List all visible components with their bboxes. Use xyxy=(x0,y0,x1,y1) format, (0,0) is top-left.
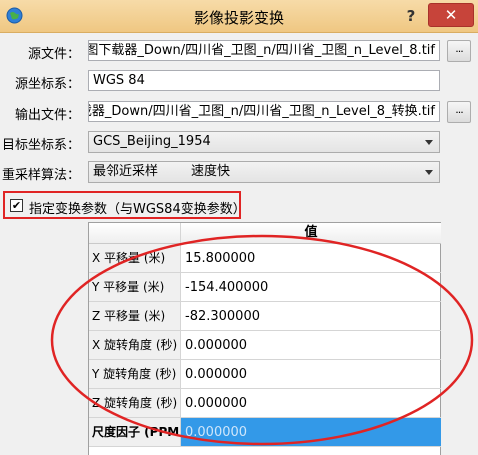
grid-row-name: 尺度因子 (PPM) xyxy=(89,418,181,447)
grid-row-x-rotation[interactable]: X 旋转角度 (秒) 0.000000 xyxy=(89,331,441,360)
resample-select[interactable]: 最邻近采样 速度快 xyxy=(88,161,440,183)
output-file-label: 输出文件： xyxy=(14,108,80,123)
target-crs-label: 目标坐标系： xyxy=(1,138,80,153)
grid-row-x-shift[interactable]: X 平移量 (米) 15.800000 xyxy=(89,244,441,273)
title-bar: 影像投影变换 ? ✕ xyxy=(0,0,478,33)
resample-value: 最邻近采样 速度快 xyxy=(93,164,231,179)
output-file-field[interactable]: EMAP地图下载器_Down/四川省_卫图_n/四川省_卫图_n_Level_8… xyxy=(88,101,440,122)
grid-row-z-rotation[interactable]: Z 旋转角度 (秒) 0.000000 xyxy=(89,389,441,418)
chevron-down-icon xyxy=(425,140,433,145)
source-crs-label: 源坐标系： xyxy=(14,77,80,92)
grid-header: 值 xyxy=(89,223,441,244)
custom-params-row[interactable]: ✔ 指定变换参数（与WGS84变换参数） xyxy=(3,191,246,221)
target-crs-value: GCS_Beijing_1954 xyxy=(93,134,211,149)
output-file-browse-button[interactable]: ... xyxy=(447,101,471,123)
grid-row-value[interactable]: 0.000000 xyxy=(181,389,441,418)
grid-row-y-rotation[interactable]: Y 旋转角度 (秒) 0.000000 xyxy=(89,360,441,389)
source-crs-field[interactable]: WGS 84 xyxy=(88,70,440,91)
grid-row-value[interactable]: -154.400000 xyxy=(181,273,441,302)
grid-header-value: 值 xyxy=(304,225,318,240)
source-file-label: 源文件： xyxy=(27,47,80,62)
target-crs-select[interactable]: GCS_Beijing_1954 xyxy=(88,131,440,153)
grid-row-name: Y 平移量 (米) xyxy=(89,273,181,302)
grid-row-name: Y 旋转角度 (秒) xyxy=(89,360,181,389)
chevron-down-icon xyxy=(425,170,433,175)
grid-row-name: X 平移量 (米) xyxy=(89,244,181,273)
grid-row-z-shift[interactable]: Z 平移量 (米) -82.300000 xyxy=(89,302,441,331)
grid-row-value-selected[interactable]: 0.000000 xyxy=(181,418,441,447)
grid-row-name: X 旋转角度 (秒) xyxy=(89,331,181,360)
grid-row-value[interactable]: 0.000000 xyxy=(181,360,441,389)
help-button[interactable]: ? xyxy=(400,6,422,26)
custom-params-checkbox[interactable]: ✔ xyxy=(10,199,23,212)
source-file-field[interactable]: EMAP地图下载器_Down/四川省_卫图_n/四川省_卫图_n_Level_8… xyxy=(88,40,440,61)
source-file-browse-button[interactable]: ... xyxy=(447,40,471,62)
grid-row-name: Z 平移量 (米) xyxy=(89,302,181,331)
grid-row-value[interactable]: 15.800000 xyxy=(181,244,441,273)
grid-row-scale[interactable]: 尺度因子 (PPM) 0.000000 xyxy=(89,418,441,447)
custom-params-label: 指定变换参数（与WGS84变换参数） xyxy=(29,202,246,217)
resample-label: 重采样算法： xyxy=(1,168,80,183)
grid-row-y-shift[interactable]: Y 平移量 (米) -154.400000 xyxy=(89,273,441,302)
grid-row-value[interactable]: -82.300000 xyxy=(181,302,441,331)
close-button[interactable]: ✕ xyxy=(428,3,474,27)
grid-row-value[interactable]: 0.000000 xyxy=(181,331,441,360)
grid-header-name-col xyxy=(89,223,181,243)
grid-row-name: Z 旋转角度 (秒) xyxy=(89,389,181,418)
params-grid[interactable]: 值 X 平移量 (米) 15.800000 Y 平移量 (米) -154.400… xyxy=(88,222,441,455)
